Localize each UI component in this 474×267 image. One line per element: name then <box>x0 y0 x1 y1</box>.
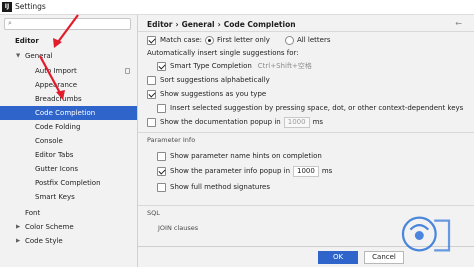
breadcrumb-editor: Editor <box>147 20 173 29</box>
chevron-right-icon[interactable]: ▶ <box>16 234 20 248</box>
back-arrow-icon[interactable]: ← <box>455 19 462 28</box>
chevron-right-icon[interactable]: ▶ <box>16 220 20 234</box>
tree-item-smart-keys[interactable]: Smart Keys <box>0 190 137 204</box>
full-signatures-label: Show full method signatures <box>170 183 271 191</box>
tree-item-label: Console <box>35 137 63 145</box>
match-case-checkbox[interactable] <box>147 36 156 45</box>
tree-item-appearance[interactable]: Appearance <box>0 78 137 92</box>
window-title: Settings <box>15 2 46 11</box>
tree-item-label: Editor Tabs <box>35 151 74 159</box>
app-icon: IJ <box>2 2 12 12</box>
show-as-you-type-checkbox[interactable] <box>147 90 156 99</box>
tree-item-console[interactable]: Console <box>0 134 137 148</box>
tree-item-label: Font <box>25 209 41 217</box>
tree-item-code-style[interactable]: ▶ Code Style <box>0 234 137 248</box>
auto-insert-heading: Automatically insert single suggestions … <box>147 48 299 59</box>
smart-type-shortcut: Ctrl+Shift+空格 <box>257 62 312 70</box>
tree-item-gutter-icons[interactable]: Gutter Icons <box>0 162 137 176</box>
breadcrumb-separator: › <box>175 20 179 29</box>
tree-item-font[interactable]: Font <box>0 206 137 220</box>
param-popup-text: Show the parameter info popup in <box>170 167 291 175</box>
param-popup-unit: ms <box>321 167 333 175</box>
tree-item-general[interactable]: ▼ General <box>0 49 137 63</box>
smart-type-completion-checkbox[interactable] <box>157 62 166 71</box>
breadcrumb-code-completion: Code Completion <box>223 20 296 29</box>
breadcrumb-separator: › <box>217 20 221 29</box>
watermark-logo <box>400 208 470 260</box>
tree-item-label: Code Completion <box>35 109 96 117</box>
doc-popup-checkbox[interactable] <box>147 118 156 127</box>
smart-type-completion-label: Smart Type Completion Ctrl+Shift+空格 <box>170 61 312 72</box>
smart-type-text: Smart Type Completion <box>170 62 252 70</box>
match-case-label: Match case: <box>160 36 203 44</box>
tree-item-label: Appearance <box>35 81 78 89</box>
breadcrumb: Editor › General › Code Completion <box>147 20 296 29</box>
first-letter-only-label: First letter only <box>217 36 270 44</box>
param-popup-delay-input[interactable]: 1000 <box>293 166 319 177</box>
all-letters-label: All letters <box>297 36 331 44</box>
tree-item-label: General <box>25 52 53 60</box>
header-divider <box>138 31 474 32</box>
doc-popup-text: Show the documentation popup in <box>160 118 281 126</box>
match-case-row: Match case: First letter only All letter… <box>147 35 467 46</box>
tree-item-label: Gutter Icons <box>35 165 79 173</box>
tree-item-code-folding[interactable]: Code Folding <box>0 120 137 134</box>
first-letter-only-radio[interactable] <box>205 36 214 45</box>
all-letters-radio[interactable] <box>285 36 294 45</box>
join-clauses-heading: JOIN clauses <box>158 224 199 232</box>
full-signatures-checkbox[interactable] <box>157 183 166 192</box>
parameter-info-heading: Parameter Info <box>147 136 196 144</box>
insert-selected-label: Insert selected suggestion by pressing s… <box>170 104 464 112</box>
param-name-hints-label: Show parameter name hints on completion <box>170 152 322 160</box>
tree-item-label: Color Scheme <box>25 223 74 231</box>
tree-item-code-completion[interactable]: Code Completion <box>0 106 137 120</box>
tree-item-label: Auto Import <box>35 67 77 75</box>
insert-selected-checkbox[interactable] <box>157 104 166 113</box>
show-as-you-type-label: Show suggestions as you type <box>160 90 267 98</box>
doc-popup-label: Show the documentation popup in 1000 ms <box>160 117 323 128</box>
breadcrumb-general: General <box>181 20 215 29</box>
param-popup-checkbox[interactable] <box>157 167 166 176</box>
doc-popup-unit: ms <box>312 118 324 126</box>
tree-item-label: Postfix Completion <box>35 179 101 187</box>
settings-search-input[interactable]: ⌕ <box>4 18 131 30</box>
tree-item-label: Code Folding <box>35 123 81 131</box>
doc-popup-delay-input[interactable]: 1000 <box>283 117 310 128</box>
sql-heading: SQL <box>147 209 160 217</box>
chevron-down-icon[interactable]: ▼ <box>16 49 20 63</box>
cancel-button[interactable]: Cancel <box>364 251 404 264</box>
tree-item-label: Code Style <box>25 237 63 245</box>
tree-item-label: Smart Keys <box>35 193 75 201</box>
tree-item-auto-import[interactable]: Auto Import <box>0 64 137 78</box>
tree-item-editor[interactable]: Editor <box>0 34 137 48</box>
use-aliases-label: Use aliases in completion for JOIN <box>170 239 289 247</box>
sort-alphabetically-checkbox[interactable] <box>147 76 156 85</box>
section-divider <box>138 132 474 133</box>
tree-item-breadcrumbs[interactable]: Breadcrumbs <box>0 92 137 106</box>
tree-item-label: Editor <box>15 37 39 45</box>
auto-insert-heading-text: Automatically insert single suggestions … <box>147 49 299 57</box>
settings-tree: Editor ▼ General Auto Import Appearance … <box>0 32 137 267</box>
title-bar: IJ Settings <box>0 0 474 15</box>
param-popup-label: Show the parameter info popup in 1000 ms <box>170 166 332 177</box>
tree-item-editor-tabs[interactable]: Editor Tabs <box>0 148 137 162</box>
section-divider <box>138 205 474 206</box>
tree-item-color-scheme[interactable]: ▶ Color Scheme <box>0 220 137 234</box>
watermark-icon <box>401 216 451 252</box>
tree-item-postfix-completion[interactable]: Postfix Completion <box>0 176 137 190</box>
param-name-hints-checkbox[interactable] <box>157 152 166 161</box>
project-scope-icon <box>125 68 130 74</box>
search-icon: ⌕ <box>8 19 12 27</box>
tree-item-label: Breadcrumbs <box>35 95 82 103</box>
sort-alphabetically-label: Sort suggestions alphabetically <box>160 76 270 84</box>
ok-button[interactable]: OK <box>318 251 358 264</box>
